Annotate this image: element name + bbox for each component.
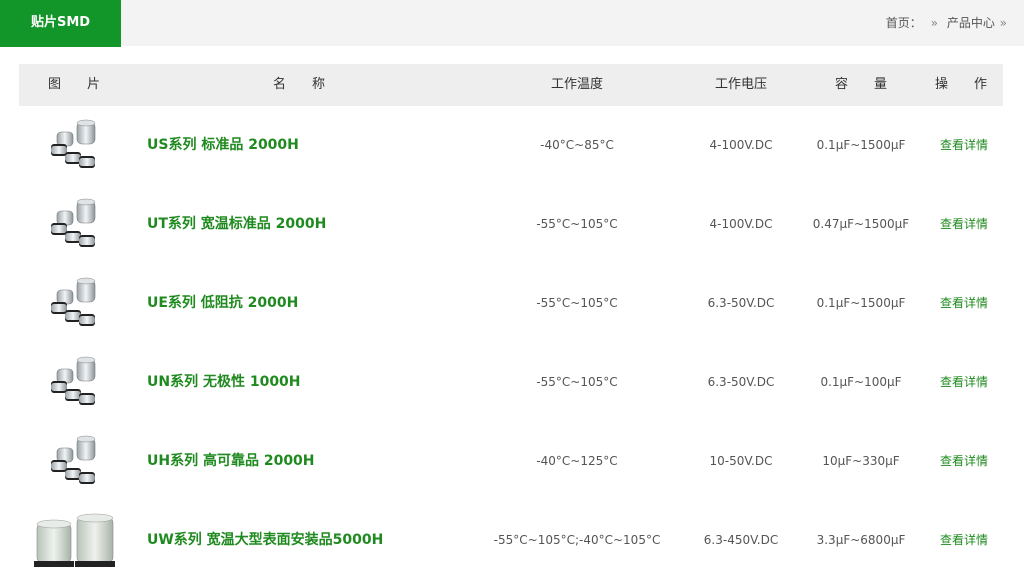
- smd-capacitor-group-icon[interactable]: [43, 353, 103, 413]
- view-details-link[interactable]: 查看详情: [924, 501, 1004, 580]
- column-header-temp: 工作温度: [550, 77, 603, 92]
- working-voltage: 4-100V.DC: [709, 217, 773, 231]
- working-temperature: -40°C~85°C: [540, 138, 614, 152]
- table-row: UN系列 无极性 1000H -55°C~105°C 6.3-50V.DC 0.1μF…: [19, 343, 1003, 422]
- product-name-link[interactable]: UW系列 宽温大型表面安装品5000H: [147, 501, 487, 580]
- column-header-voltage: 工作电压: [714, 77, 767, 92]
- capacitance: 0.47μF~1500μF: [812, 217, 910, 231]
- working-temperature: -55°C~105°C;-40°C~105°C: [493, 533, 661, 547]
- breadcrumb-separator-icon: »: [999, 16, 1007, 30]
- top-bar: 贴片SMD 首页： » 产品中心 »: [0, 0, 1024, 47]
- smd-capacitor-group-icon[interactable]: [43, 432, 103, 492]
- working-voltage: 6.3-50V.DC: [707, 375, 775, 389]
- table-row: UE系列 低阻抗 2000H -55°C~105°C 6.3-50V.DC 0.1μF…: [19, 264, 1003, 343]
- capacitance: 0.1μF~1500μF: [816, 296, 906, 310]
- working-voltage: 10-50V.DC: [709, 454, 773, 468]
- view-details-link[interactable]: 查看详情: [924, 422, 1004, 501]
- breadcrumb-separator-icon: »: [930, 16, 938, 30]
- product-name-link[interactable]: UT系列 宽温标准品 2000H: [147, 185, 487, 264]
- table-row: UT系列 宽温标准品 2000H -55°C~105°C 4-100V.DC 0.47…: [19, 185, 1003, 264]
- view-details-link[interactable]: 查看详情: [924, 185, 1004, 264]
- table-row: US系列 标准品 2000H -40°C~85°C 4-100V.DC 0.1μF~1…: [19, 106, 1003, 185]
- capacitance: 10μF~330μF: [822, 454, 900, 468]
- working-temperature: -55°C~105°C: [536, 375, 618, 389]
- table-row: UH系列 高可靠品 2000H -40°C~125°C 10-50V.DC 10μF~…: [19, 422, 1003, 501]
- working-voltage: 6.3-50V.DC: [707, 296, 775, 310]
- product-table: 图 片 名 称 工作温度 工作电压 容 量 操 作 US系列 标准品 2000H…: [19, 64, 1003, 580]
- table-row: UW系列 宽温大型表面安装品5000H -55°C~105°C;-40°C~105…: [19, 501, 1003, 580]
- working-temperature: -40°C~125°C: [536, 454, 618, 468]
- working-voltage: 6.3-450V.DC: [703, 533, 779, 547]
- breadcrumb: 首页： » 产品中心 »: [886, 0, 1012, 46]
- column-header-image: 图 片: [47, 77, 100, 92]
- product-name-link[interactable]: UH系列 高可靠品 2000H: [147, 422, 487, 501]
- capacitance: 0.1μF~1500μF: [816, 138, 906, 152]
- table-header: 图 片 名 称 工作温度 工作电压 容 量 操 作: [19, 64, 1003, 106]
- capacitance: 3.3μF~6800μF: [816, 533, 906, 547]
- product-name-link[interactable]: UN系列 无极性 1000H: [147, 343, 487, 422]
- product-name-link[interactable]: US系列 标准品 2000H: [147, 106, 487, 185]
- smd-capacitor-group-icon[interactable]: [43, 116, 103, 176]
- tab-smd[interactable]: 贴片SMD: [0, 0, 121, 47]
- breadcrumb-home[interactable]: 首页：: [886, 16, 922, 30]
- working-voltage: 4-100V.DC: [709, 138, 773, 152]
- working-temperature: -55°C~105°C: [536, 296, 618, 310]
- view-details-link[interactable]: 查看详情: [924, 264, 1004, 343]
- column-header-action: 操 作: [934, 77, 987, 92]
- view-details-link[interactable]: 查看详情: [924, 343, 1004, 422]
- capacitance: 0.1μF~100μF: [820, 375, 902, 389]
- product-name-link[interactable]: UE系列 低阻抗 2000H: [147, 264, 487, 343]
- working-temperature: -55°C~105°C: [536, 217, 618, 231]
- smd-capacitor-pair-icon[interactable]: [29, 511, 119, 571]
- view-details-link[interactable]: 查看详情: [924, 106, 1004, 185]
- column-header-capacity: 容 量: [834, 77, 887, 92]
- smd-capacitor-group-icon[interactable]: [43, 195, 103, 255]
- column-header-name: 名 称: [272, 77, 325, 92]
- smd-capacitor-group-icon[interactable]: [43, 274, 103, 334]
- breadcrumb-products[interactable]: 产品中心: [947, 16, 995, 30]
